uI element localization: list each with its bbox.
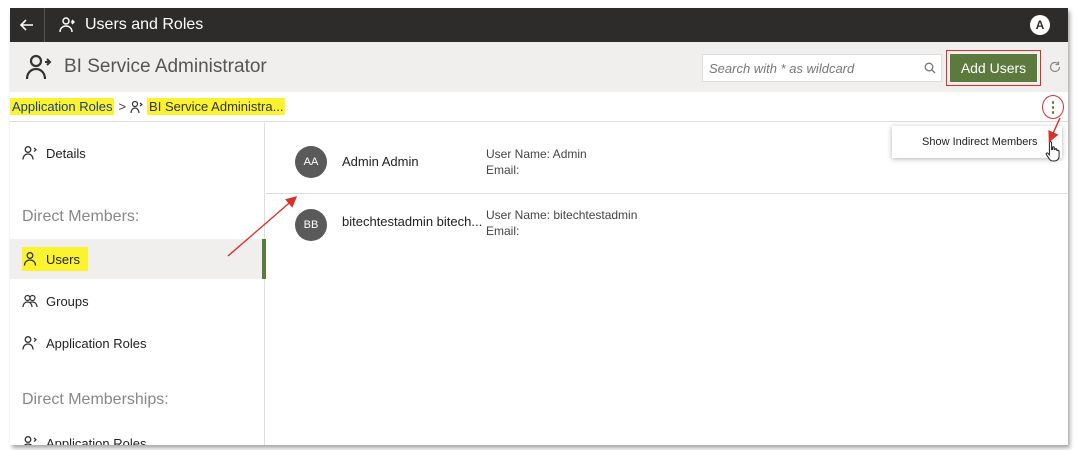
more-actions-button[interactable]: ⋮ xyxy=(1042,95,1064,119)
member-username: User Name: Admin xyxy=(486,147,587,161)
sidebar-item-details[interactable]: Details xyxy=(10,133,265,173)
back-button[interactable] xyxy=(10,8,44,42)
role-icon xyxy=(130,100,144,114)
app-frame: Users and Roles A BI Service Administrat… xyxy=(10,8,1068,445)
sidebar-item-label: Details xyxy=(46,145,86,161)
breadcrumb-current: BI Service Administra... xyxy=(147,98,286,115)
user-icon xyxy=(22,251,38,267)
sidebar-item-label: Application Roles xyxy=(46,335,147,351)
section-heading-direct-members: Direct Members: xyxy=(22,208,140,225)
user-avatar[interactable]: A xyxy=(1030,15,1050,35)
member-avatar: BB xyxy=(295,209,327,241)
member-name: bitechtestadmin bitech... xyxy=(342,214,483,229)
search-icon[interactable] xyxy=(919,62,941,74)
breadcrumb-separator: > xyxy=(118,99,127,114)
member-row[interactable]: AA Admin Admin User Name: Admin Email: xyxy=(266,132,1068,194)
top-bar: Users and Roles A xyxy=(10,8,1068,42)
member-username: User Name: bitechtestadmin xyxy=(486,208,638,222)
sidebar-item-application-roles[interactable]: Application Roles xyxy=(10,323,265,363)
member-email: Email: xyxy=(486,224,520,238)
sidebar-item-label: Application Roles xyxy=(46,435,147,446)
role-icon xyxy=(22,145,38,161)
sidebar-item-label: Users xyxy=(46,251,80,267)
breadcrumb-root[interactable]: Application Roles xyxy=(10,98,115,115)
member-avatar: AA xyxy=(295,146,327,178)
add-users-button[interactable]: Add Users xyxy=(950,54,1037,82)
group-icon xyxy=(22,293,38,309)
member-details: User Name: Admin Email: xyxy=(486,146,587,178)
role-icon xyxy=(59,16,77,34)
kebab-icon: ⋮ xyxy=(1045,98,1061,116)
sidebar-item-membership-application-roles[interactable]: Application Roles xyxy=(10,423,265,445)
member-row[interactable]: BB bitechtestadmin bitech... User Name: … xyxy=(266,195,1068,257)
sidebar-item-label: Groups xyxy=(46,293,89,309)
member-name: Admin Admin xyxy=(342,154,419,169)
member-email: Email: xyxy=(486,163,520,177)
member-search xyxy=(702,54,942,82)
refresh-icon[interactable] xyxy=(1048,60,1062,74)
breadcrumb: Application Roles > BI Service Administr… xyxy=(10,92,1068,122)
sidebar-item-groups[interactable]: Groups xyxy=(10,281,265,321)
role-icon xyxy=(22,335,38,351)
search-input[interactable] xyxy=(703,55,919,81)
sidebar-item-users[interactable]: Users xyxy=(10,239,266,279)
back-arrow-icon xyxy=(20,19,33,31)
role-header: BI Service Administrator Add Users xyxy=(10,42,1068,92)
role-icon xyxy=(26,54,52,80)
sidebar: Details Direct Members: Users Groups App… xyxy=(10,123,266,445)
add-users-highlight: Add Users xyxy=(946,50,1041,86)
section-heading-direct-memberships: Direct Memberships: xyxy=(22,391,169,408)
divider xyxy=(44,8,45,42)
member-details: User Name: bitechtestadmin Email: xyxy=(486,207,637,239)
page-title: Users and Roles xyxy=(85,16,204,33)
role-icon xyxy=(22,435,38,445)
role-name: BI Service Administrator xyxy=(64,56,267,77)
